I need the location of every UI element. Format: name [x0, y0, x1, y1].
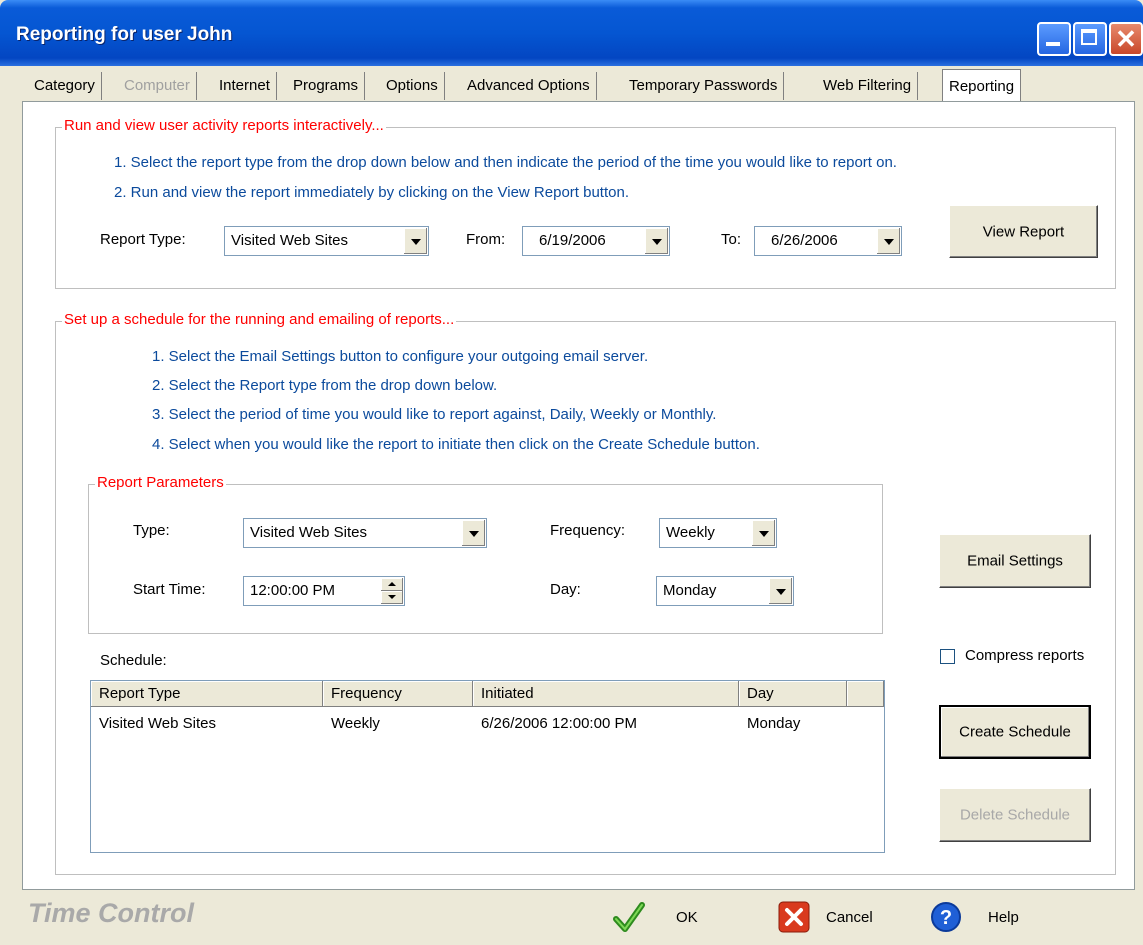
title-bar[interactable]: Reporting for user John ✕ — [0, 0, 1143, 66]
interactive-report-legend: Run and view user activity reports inter… — [62, 117, 386, 134]
chevron-down-icon[interactable] — [751, 520, 775, 546]
from-date-picker[interactable]: 6/19/2006 — [522, 226, 670, 256]
chevron-down-icon[interactable] — [644, 228, 668, 254]
interactive-report-group: Run and view user activity reports inter… — [55, 117, 1116, 289]
cancel-icon — [778, 901, 810, 933]
help-button[interactable]: ? Help — [928, 897, 1038, 937]
day-select[interactable]: Monday — [656, 576, 794, 606]
chevron-down-icon[interactable] — [461, 520, 485, 546]
spin-down-icon[interactable] — [381, 591, 403, 604]
tab-temporary-passwords[interactable]: Temporary Passwords — [623, 72, 785, 100]
tab-options[interactable]: Options — [380, 72, 445, 100]
minimize-button[interactable] — [1037, 22, 1071, 56]
row-report-type: Visited Web Sites — [99, 715, 217, 732]
report-type-select[interactable]: Visited Web Sites — [224, 226, 429, 256]
table-row[interactable]: Visited Web Sites Weekly 6/26/2006 12:00… — [91, 707, 884, 737]
tab-internet[interactable]: Internet — [213, 72, 277, 100]
email-settings-label: Email Settings — [967, 552, 1063, 570]
column-header-initiated[interactable]: Initiated — [473, 681, 739, 707]
tab-advanced-options[interactable]: Advanced Options — [461, 72, 597, 100]
schedule-step-1: 1. Select the Email Settings button to c… — [152, 348, 649, 365]
day-value: Monday — [663, 582, 717, 599]
close-button[interactable]: ✕ — [1109, 22, 1143, 56]
row-initiated: 6/26/2006 12:00:00 PM — [481, 715, 637, 732]
help-label: Help — [988, 909, 1019, 926]
interactive-step-2: 2. Run and view the report immediately b… — [114, 184, 629, 201]
maximize-icon — [1081, 29, 1097, 45]
report-type-value: Visited Web Sites — [231, 232, 349, 249]
compress-reports-checkbox[interactable] — [940, 649, 955, 664]
column-header-frequency[interactable]: Frequency — [323, 681, 473, 707]
create-schedule-button[interactable]: Create Schedule — [939, 705, 1091, 759]
tab-computer: Computer — [118, 72, 197, 100]
tab-programs[interactable]: Programs — [287, 72, 366, 100]
row-day: Monday — [747, 715, 801, 732]
column-header-report-type[interactable]: Report Type — [91, 681, 323, 707]
column-header-filler — [847, 681, 884, 707]
tab-reporting[interactable]: Reporting — [942, 69, 1022, 102]
minimize-icon — [1046, 42, 1060, 46]
start-time-label: Start Time: — [133, 581, 206, 598]
from-label: From: — [466, 231, 506, 248]
chevron-down-icon[interactable] — [876, 228, 900, 254]
row-frequency: Weekly — [331, 715, 380, 732]
start-time-stepper[interactable]: 12:00:00 PM — [243, 576, 405, 606]
schedule-list[interactable]: Report Type Frequency Initiated Day Visi… — [90, 680, 885, 853]
schedule-type-value: Visited Web Sites — [250, 524, 368, 541]
frequency-label: Frequency: — [550, 522, 626, 539]
compress-reports-label: Compress reports — [965, 647, 1085, 664]
view-report-button[interactable]: View Report — [949, 205, 1098, 258]
schedule-type-select[interactable]: Visited Web Sites — [243, 518, 487, 548]
day-label: Day: — [550, 581, 581, 598]
schedule-step-4: 4. Select when you would like the report… — [152, 436, 760, 453]
report-parameters-legend: Report Parameters — [95, 474, 226, 491]
ok-label: OK — [676, 909, 698, 926]
to-date-value: 6/26/2006 — [771, 232, 838, 249]
delete-schedule-button: Delete Schedule — [939, 788, 1091, 842]
schedule-step-3: 3. Select the period of time you would l… — [152, 406, 717, 423]
chevron-down-icon[interactable] — [768, 578, 792, 604]
create-schedule-label: Create Schedule — [959, 723, 1071, 741]
email-settings-button[interactable]: Email Settings — [939, 534, 1091, 588]
report-type-label: Report Type: — [100, 231, 186, 248]
tab-web-filtering[interactable]: Web Filtering — [817, 72, 919, 100]
checkmark-icon — [613, 902, 645, 932]
interactive-step-1: 1. Select the report type from the drop … — [114, 154, 897, 171]
ok-button[interactable]: OK — [608, 897, 718, 937]
chevron-down-icon[interactable] — [403, 228, 427, 254]
help-icon: ? — [931, 902, 961, 932]
tab-category[interactable]: Category — [28, 72, 102, 100]
view-report-label: View Report — [982, 223, 1065, 240]
from-date-value: 6/19/2006 — [539, 232, 606, 249]
spin-buttons[interactable] — [381, 578, 403, 604]
frequency-select[interactable]: Weekly — [659, 518, 777, 548]
brand-logo: Time Control — [28, 898, 195, 928]
cancel-label: Cancel — [826, 909, 873, 926]
schedule-legend: Set up a schedule for the running and em… — [62, 311, 457, 328]
type-label: Type: — [133, 522, 170, 539]
close-icon: ✕ — [1115, 24, 1137, 54]
delete-schedule-label: Delete Schedule — [959, 806, 1071, 824]
svg-text:?: ? — [940, 907, 952, 929]
cancel-button[interactable]: Cancel — [776, 897, 906, 937]
schedule-step-2: 2. Select the Report type from the drop … — [152, 377, 498, 394]
column-header-day[interactable]: Day — [739, 681, 847, 707]
spin-up-icon[interactable] — [381, 578, 403, 591]
schedule-label: Schedule: — [100, 652, 167, 669]
start-time-value: 12:00:00 PM — [250, 582, 336, 599]
report-parameters-group: Report Parameters Type: Visited Web Site… — [88, 474, 883, 634]
frequency-value: Weekly — [666, 524, 715, 541]
maximize-button[interactable] — [1073, 22, 1107, 56]
window-title: Reporting for user John — [16, 24, 233, 45]
to-date-picker[interactable]: 6/26/2006 — [754, 226, 902, 256]
to-label: To: — [721, 231, 742, 248]
